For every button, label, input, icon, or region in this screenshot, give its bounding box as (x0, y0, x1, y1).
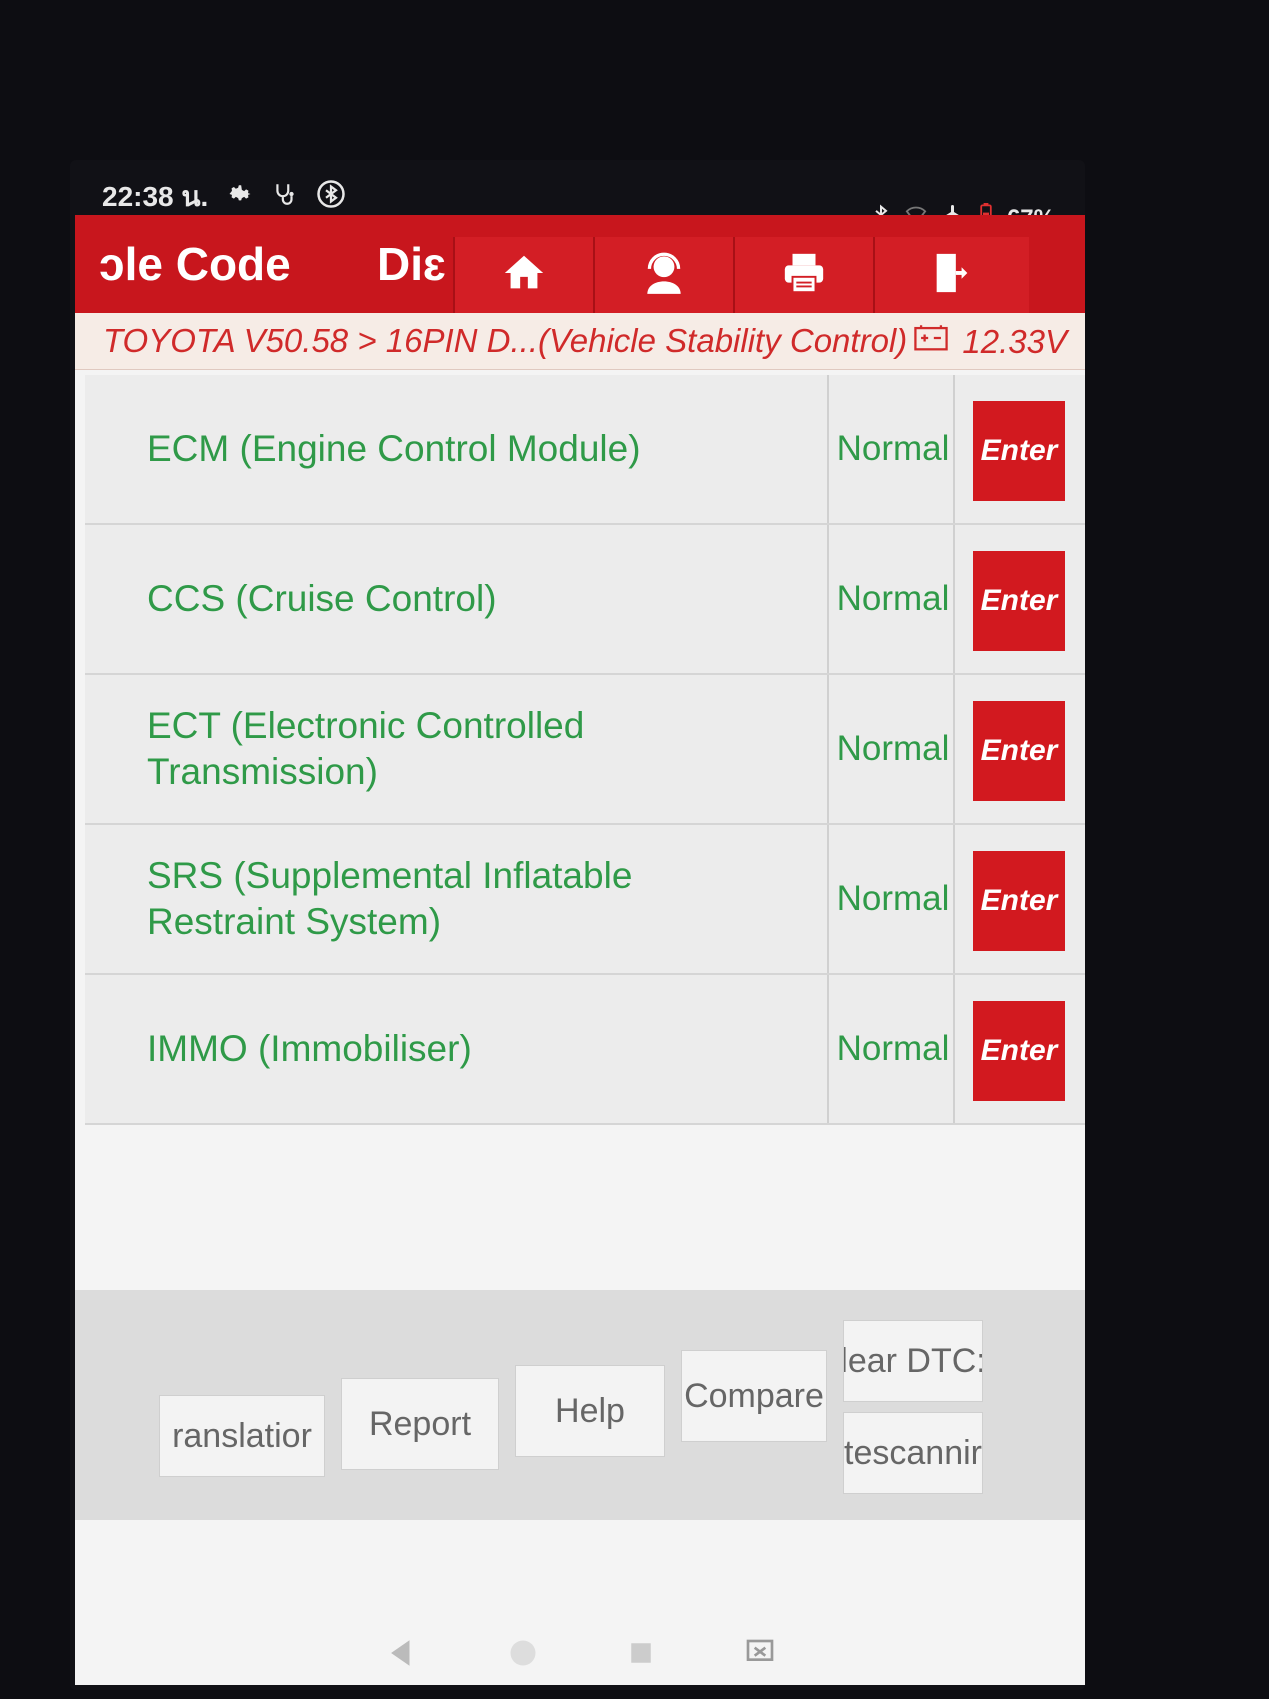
enter-button[interactable]: Enter (973, 701, 1065, 801)
tab-trouble-code[interactable]: ɔle Code (99, 237, 291, 291)
compare-button[interactable]: Compare (681, 1350, 827, 1442)
android-nav-bar (75, 1620, 1085, 1690)
list-item: CCS (Cruise Control) Normal Enter (85, 525, 1085, 675)
home-circle-icon[interactable] (508, 1638, 538, 1673)
system-name: SRS (Supplemental Inflatable Restraint S… (147, 855, 633, 942)
voltage-indicator: 12.33V (914, 323, 1067, 361)
stethoscope-icon (272, 181, 298, 214)
rescanning-button[interactable]: tescannir (843, 1412, 983, 1494)
enter-button[interactable]: Enter (973, 1001, 1065, 1101)
app-screen: ɔle Code Diɛ TOYOTA V50.58 > 16PIN D...(… (75, 215, 1085, 1685)
support-button[interactable] (593, 237, 733, 313)
back-icon[interactable] (384, 1636, 418, 1675)
system-status: Normal (836, 1029, 950, 1068)
system-status: Normal (836, 579, 950, 618)
system-name: IMMO (Immobiliser) (147, 1028, 472, 1069)
system-status: Normal (836, 429, 950, 468)
list-item: IMMO (Immobiliser) Normal Enter (85, 975, 1085, 1125)
system-name: ECT (Electronic Controlled Transmission) (147, 705, 585, 792)
home-button[interactable] (453, 237, 593, 313)
support-agent-icon (639, 248, 689, 303)
breadcrumb: TOYOTA V50.58 > 16PIN D...(Vehicle Stabi… (75, 313, 1085, 370)
translation-button[interactable]: ranslatior (159, 1395, 325, 1477)
help-button[interactable]: Help (515, 1365, 665, 1457)
home-icon (501, 250, 547, 301)
exit-icon (929, 250, 975, 301)
print-button[interactable] (733, 237, 873, 313)
system-name: CCS (Cruise Control) (147, 578, 497, 619)
clear-dtc-button[interactable]: lear DTC: (843, 1320, 983, 1402)
function-toolbar: ranslatior Report Help Compare lear DTC:… (75, 1290, 1085, 1520)
settings-icon (226, 180, 254, 215)
app-header: ɔle Code Diɛ (75, 215, 1085, 313)
tab-diagnose[interactable]: Diɛ (377, 237, 446, 291)
system-name: ECM (Engine Control Module) (147, 428, 641, 469)
report-button[interactable]: Report (341, 1378, 499, 1470)
list-item: ECM (Engine Control Module) Normal Enter (85, 375, 1085, 525)
enter-button[interactable]: Enter (973, 401, 1065, 501)
enter-button[interactable]: Enter (973, 851, 1065, 951)
system-list: ECM (Engine Control Module) Normal Enter… (85, 375, 1085, 1125)
system-status: Normal (836, 879, 950, 918)
voltage-value: 12.33V (962, 323, 1067, 360)
enter-button[interactable]: Enter (973, 551, 1065, 651)
breadcrumb-path: TOYOTA V50.58 > 16PIN D...(Vehicle Stabi… (103, 322, 908, 359)
exit-button[interactable] (873, 237, 1029, 313)
printer-icon (781, 250, 827, 301)
bluetooth-circle-icon (316, 179, 346, 216)
screenshot-icon[interactable] (744, 1637, 776, 1674)
clock: 22:38 น. (102, 181, 209, 212)
list-item: ECT (Electronic Controlled Transmission)… (85, 675, 1085, 825)
system-status: Normal (836, 729, 950, 768)
recents-icon[interactable] (628, 1640, 654, 1671)
battery-voltage-icon (914, 323, 949, 361)
list-item: SRS (Supplemental Inflatable Restraint S… (85, 825, 1085, 975)
